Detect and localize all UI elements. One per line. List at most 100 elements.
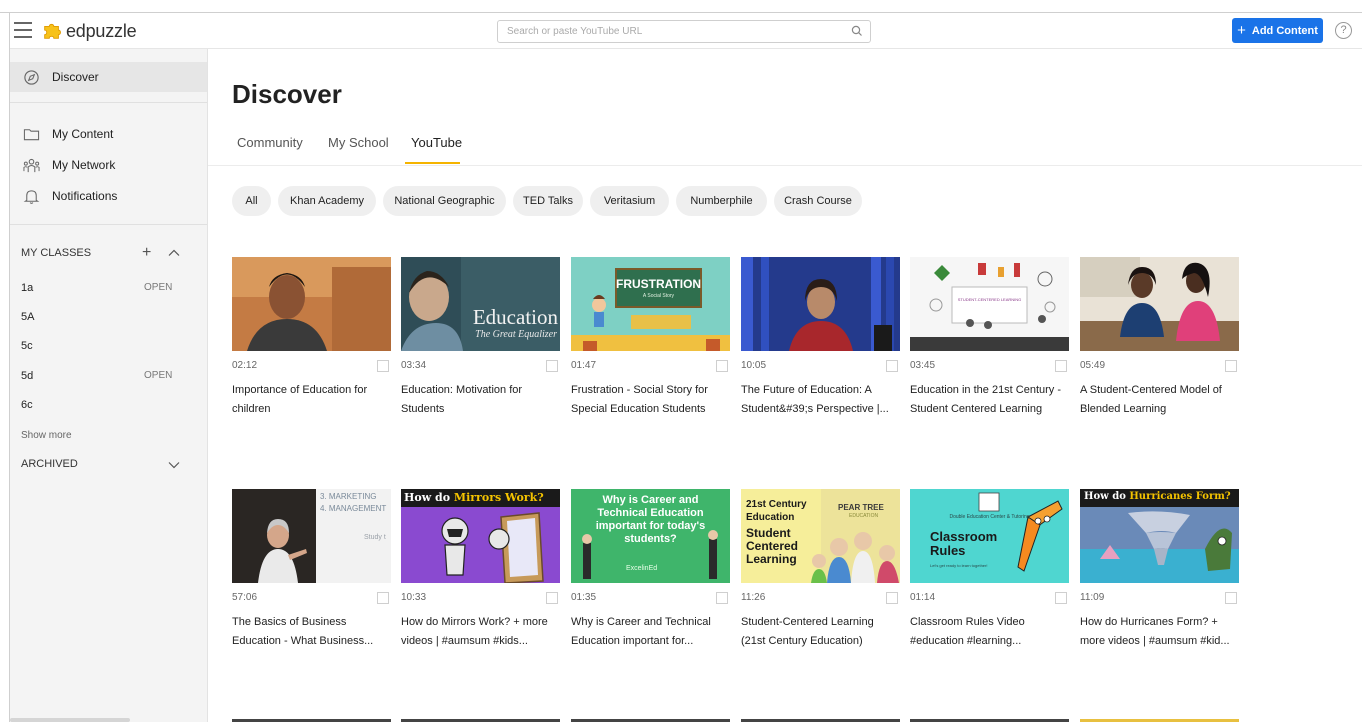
sidebar-scrollbar[interactable]: [10, 718, 130, 722]
video-thumbnail: How do Mirrors Work?: [401, 489, 560, 583]
class-name: 6c: [21, 399, 33, 411]
sidebar-item-notifications[interactable]: Notifications: [10, 181, 207, 211]
video-title[interactable]: How do Hurricanes Form? + more videos | …: [1080, 613, 1239, 651]
video-title[interactable]: Education in the 21st Century - Student …: [910, 381, 1069, 419]
class-item[interactable]: 5d OPEN: [21, 367, 201, 387]
sidebar-item-my-network[interactable]: My Network: [10, 150, 207, 180]
thumbnail-line: Why is Career and: [602, 494, 699, 506]
video-duration: 57:06: [232, 592, 258, 603]
show-more-link[interactable]: Show more: [21, 430, 72, 441]
divider: [10, 224, 207, 225]
select-checkbox[interactable]: [1055, 592, 1067, 604]
video-title[interactable]: A Student-Centered Model of Blended Lear…: [1080, 381, 1239, 419]
chip-national-geographic[interactable]: National Geographic: [383, 186, 506, 216]
class-item[interactable]: 1a OPEN: [21, 279, 201, 299]
select-checkbox[interactable]: [716, 592, 728, 604]
add-class-button[interactable]: +: [142, 245, 151, 261]
class-name: 5A: [21, 311, 35, 323]
edpuzzle-logo[interactable]: edpuzzle: [41, 19, 137, 43]
add-content-button[interactable]: + Add Content: [1232, 18, 1323, 43]
tab-my-school[interactable]: My School: [328, 135, 389, 150]
sidebar-item-my-content[interactable]: My Content: [10, 119, 207, 149]
help-icon[interactable]: ?: [1335, 22, 1352, 39]
class-item[interactable]: 5A: [21, 308, 201, 328]
video-thumbnail: 3. MARKETING 4. MANAGEMENT Study t: [232, 489, 391, 583]
video-title[interactable]: Education: Motivation for Students: [401, 381, 560, 419]
video-title[interactable]: The Future of Education: A Student&#39;s…: [741, 381, 900, 419]
video-card[interactable]: 10:05 The Future of Education: A Student…: [741, 257, 900, 437]
select-checkbox[interactable]: [377, 592, 389, 604]
video-card[interactable]: Double Education Center & Tutoring Class…: [910, 489, 1069, 669]
select-checkbox[interactable]: [886, 360, 898, 372]
thumbnail-subtext: 4. MANAGEMENT: [320, 504, 387, 513]
video-title[interactable]: Student-Centered Learning (21st Century …: [741, 613, 900, 651]
video-thumbnail: How do Hurricanes Form?: [1080, 489, 1239, 583]
video-title[interactable]: Importance of Education for children: [232, 381, 391, 419]
sidebar-item-discover[interactable]: Discover: [10, 62, 207, 92]
video-title[interactable]: The Basics of Business Education - What …: [232, 613, 391, 651]
chip-all[interactable]: All: [232, 186, 271, 216]
search-icon[interactable]: [850, 24, 864, 38]
select-checkbox[interactable]: [546, 592, 558, 604]
video-card[interactable]: How do Mirrors Work? 10:33 How do Mirror…: [401, 489, 560, 669]
video-card[interactable]: 21st Century Education Student Centered …: [741, 489, 900, 669]
thumbnail-text: Education: [472, 305, 558, 329]
class-name: 5d: [21, 370, 34, 382]
video-card[interactable]: STUDENT-CENTERED LEARNING 03:45 Educatio…: [910, 257, 1069, 437]
video-card[interactable]: 05:49 A Student-Centered Model of Blende…: [1080, 257, 1239, 437]
select-checkbox[interactable]: [1225, 360, 1237, 372]
class-item[interactable]: 6c: [21, 396, 201, 416]
chip-numberphile[interactable]: Numberphile: [676, 186, 767, 216]
thumbnail-text-highlight: Mirrors Work?: [453, 491, 544, 504]
video-card[interactable]: 3. MARKETING 4. MANAGEMENT Study t 57:06…: [232, 489, 391, 669]
video-card[interactable]: FRUSTRATION A Social Story 01:47 Frustra…: [571, 257, 730, 437]
archived-heading: ARCHIVED: [21, 458, 78, 470]
bell-icon: [23, 189, 40, 204]
video-card[interactable]: Why is Career and Technical Education im…: [571, 489, 730, 669]
my-classes-heading: MY CLASSES: [21, 247, 92, 259]
thumbnail-subtext-2: Let's get ready to learn together!: [930, 563, 988, 568]
video-duration: 05:49: [1080, 360, 1106, 371]
chevron-up-icon[interactable]: [168, 248, 180, 258]
video-title[interactable]: Classroom Rules Video #education #learni…: [910, 613, 1069, 651]
video-thumbnail: 21st Century Education Student Centered …: [741, 489, 900, 583]
video-duration: 11:09: [1080, 592, 1105, 603]
chip-ted-talks[interactable]: TED Talks: [513, 186, 583, 216]
video-duration: 01:47: [571, 360, 597, 371]
select-checkbox[interactable]: [1225, 592, 1237, 604]
thumbnail-subtext: ExcelinEd: [626, 565, 658, 572]
plus-icon: +: [1237, 22, 1246, 39]
video-duration: 01:35: [571, 592, 597, 603]
search-box[interactable]: [497, 20, 871, 43]
chip-crash-course[interactable]: Crash Course: [774, 186, 862, 216]
menu-icon[interactable]: [14, 22, 32, 38]
puzzle-logo-icon: [44, 23, 61, 39]
video-title[interactable]: Why is Career and Technical Education im…: [571, 613, 730, 651]
thumbnail-text-prefix: How do: [1084, 491, 1126, 502]
video-card[interactable]: Education The Great Equalizer 03:34 Educ…: [401, 257, 560, 437]
tab-community[interactable]: Community: [237, 135, 303, 150]
chip-khan-academy[interactable]: Khan Academy: [278, 186, 376, 216]
folder-icon: [23, 128, 40, 140]
logo-text: edpuzzle: [66, 20, 137, 41]
class-item[interactable]: 5c: [21, 337, 201, 357]
chip-veritasium[interactable]: Veritasium: [590, 186, 669, 216]
select-checkbox[interactable]: [886, 592, 898, 604]
thumbnail-text: STUDENT-CENTERED LEARNING: [957, 297, 1022, 302]
video-title[interactable]: Frustration - Social Story for Special E…: [571, 381, 730, 419]
video-title[interactable]: How do Mirrors Work? + more videos | #au…: [401, 613, 560, 651]
select-checkbox[interactable]: [716, 360, 728, 372]
search-input[interactable]: [498, 21, 838, 42]
select-checkbox[interactable]: [1055, 360, 1067, 372]
thumbnail-text: 3. MARKETING: [320, 492, 377, 501]
select-checkbox[interactable]: [377, 360, 389, 372]
video-card[interactable]: 02:12 Importance of Education for childr…: [232, 257, 391, 437]
sidebar-item-label: Notifications: [52, 189, 118, 203]
select-checkbox[interactable]: [546, 360, 558, 372]
thumbnail-text: Student Centered Learning: [746, 527, 798, 566]
video-thumbnail: [741, 257, 900, 351]
video-card[interactable]: How do Hurricanes Form? 11:09 How do Hur…: [1080, 489, 1239, 669]
tab-youtube[interactable]: YouTube: [411, 135, 462, 150]
chevron-down-icon[interactable]: [168, 460, 180, 470]
video-duration: 03:45: [910, 360, 936, 371]
